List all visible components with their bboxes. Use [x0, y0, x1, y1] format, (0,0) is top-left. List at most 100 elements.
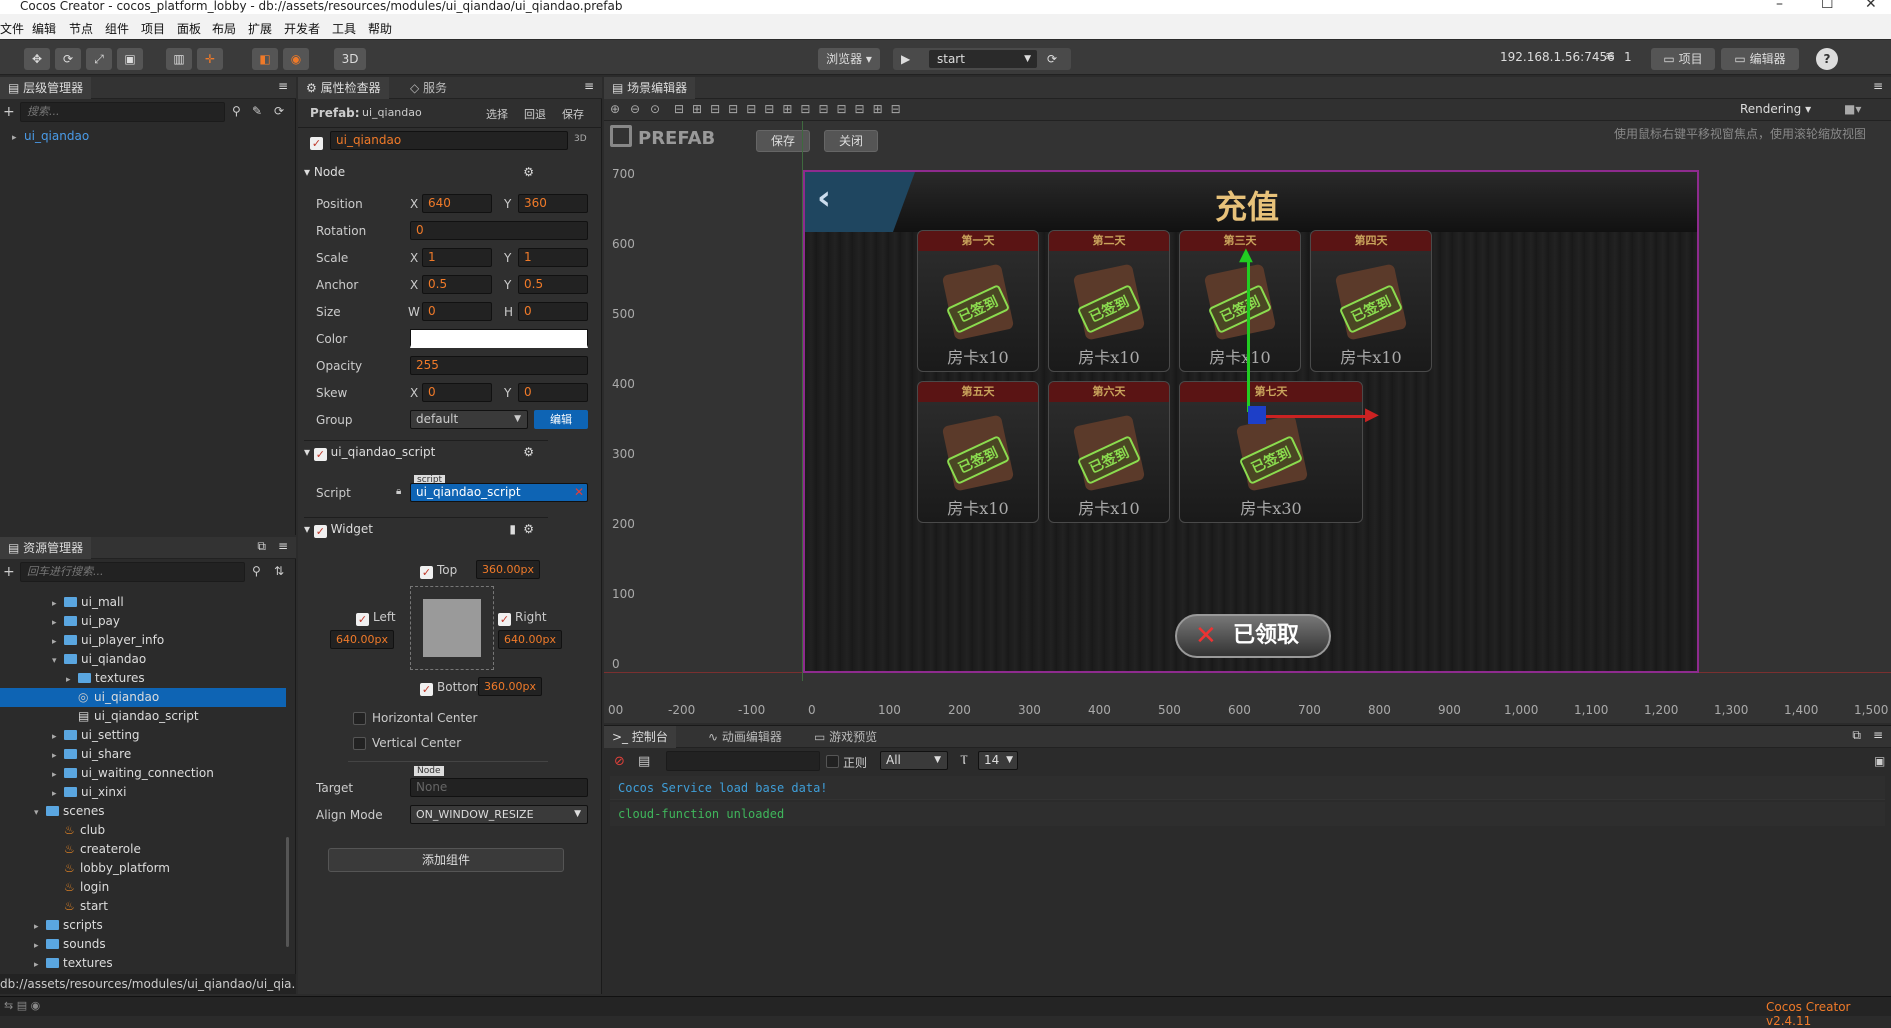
rect-tool-icon[interactable]: ▣	[117, 48, 143, 70]
menu-developer[interactable]: 开发者	[284, 20, 320, 37]
right-checkbox[interactable]: ✓	[498, 610, 511, 626]
anchor-y-input[interactable]: 0.5	[518, 275, 588, 294]
expand-arrow-icon[interactable]: ▸	[12, 129, 24, 148]
search-icon[interactable]: ⚲	[252, 564, 261, 578]
console-filter-input[interactable]	[666, 751, 820, 771]
zoom-in-icon[interactable]: ⊕	[610, 102, 620, 116]
asset-item[interactable]: ▸ scripts	[0, 916, 286, 935]
snap-icon[interactable]: ◧	[252, 48, 278, 70]
gizmo-x-arrow-icon[interactable]: ▶	[1365, 404, 1379, 425]
add-component-button[interactable]: 添加组件	[328, 848, 564, 872]
reward-card[interactable]: 第七天 已签到 房卡x30	[1179, 381, 1363, 523]
menu-node[interactable]: 节点	[69, 20, 93, 37]
menu-help[interactable]: 帮助	[368, 20, 392, 37]
size-h-input[interactable]: 0	[518, 302, 588, 321]
opacity-input[interactable]: 255	[410, 356, 588, 375]
asset-item[interactable]: ♨ createrole	[0, 840, 286, 859]
refresh-icon[interactable]: ⟳	[274, 104, 284, 118]
log-level-select[interactable]: All ▼	[880, 751, 948, 770]
group-edit-button[interactable]: 编辑	[534, 410, 588, 429]
back-arrow-icon[interactable]: ‹	[817, 178, 831, 218]
maximize-icon[interactable]: ☐	[1821, 0, 1834, 11]
vcenter-checkbox[interactable]	[353, 737, 366, 752]
font-size-select[interactable]: 14 ▼	[978, 751, 1018, 770]
group-select[interactable]: default ▼	[410, 410, 528, 429]
anchor-x-input[interactable]: 0.5	[422, 275, 492, 294]
asset-item[interactable]: ▸ textures	[0, 954, 286, 973]
gear-icon[interactable]: ⚙	[523, 161, 534, 183]
tab-animation[interactable]: ∿ 动画编辑器	[700, 726, 790, 748]
pivot-icon[interactable]: ▥	[166, 48, 192, 70]
tab-scene[interactable]: ▤ 场景编辑器	[604, 77, 696, 99]
align-tools-icon[interactable]: ⊟⊞⊟⊟⊟⊟⊞⊟⊟⊟⊟⊞⊟	[674, 102, 909, 116]
node-active-checkbox[interactable]: ✓	[310, 134, 323, 150]
book-icon[interactable]: ▮	[509, 518, 516, 540]
right-input[interactable]: 640.00px	[498, 630, 562, 649]
script-field[interactable]: ui_qiandao_script	[410, 483, 588, 502]
scale-x-input[interactable]: 1	[422, 248, 492, 267]
add-asset-icon[interactable]: +	[3, 564, 15, 580]
reward-card[interactable]: 第四天 已签到 房卡x10	[1310, 230, 1432, 372]
script-section-header[interactable]: ▾ ✓ ui_qiandao_script ⚙	[304, 440, 548, 462]
camera-icon[interactable]: ■▾	[1844, 102, 1861, 116]
log-file-icon[interactable]: ▤	[638, 754, 650, 769]
menu-icon[interactable]: ≡	[1873, 79, 1883, 93]
prefab-close-button[interactable]: 关闭	[824, 130, 878, 152]
position-y-input[interactable]: 360	[518, 194, 588, 213]
left-checkbox[interactable]: ✓	[356, 610, 369, 626]
asset-item[interactable]: ▸ ui_xinxi	[0, 783, 286, 802]
refresh-icon[interactable]: ⟳	[1047, 48, 1057, 70]
menu-icon[interactable]: ≡	[278, 539, 288, 553]
color-swatch[interactable]	[410, 329, 588, 348]
zoom-out-icon[interactable]: ⊖	[630, 102, 640, 116]
left-input[interactable]: 640.00px	[330, 630, 394, 649]
asset-item[interactable]: ▤ ui_qiandao_script	[0, 707, 286, 726]
menu-icon[interactable]: ≡	[584, 79, 594, 93]
hierarchy-search-input[interactable]: 搜索...	[20, 102, 225, 122]
asset-item[interactable]: ♨ club	[0, 821, 286, 840]
asset-item[interactable]: ▸ ui_setting	[0, 726, 286, 745]
size-w-input[interactable]: 0	[422, 302, 492, 321]
project-button[interactable]: ▭ 项目	[1651, 48, 1715, 70]
check-icon[interactable]: ✓	[313, 448, 327, 461]
node-section-header[interactable]: ▾ Node ⚙	[304, 161, 548, 183]
sort-icon[interactable]: ⇅	[274, 564, 284, 578]
menu-file[interactable]: 文件	[0, 20, 24, 37]
game-canvas[interactable]: ‹ 充值 第一天 已签到 房卡x10 第二天 已签到 房卡x10 第三天 已签到 房卡x10 第四…	[803, 170, 1699, 673]
remove-script-icon[interactable]: ✕	[574, 485, 584, 499]
prefab-revert-button[interactable]: 回退	[524, 106, 546, 122]
skew-x-input[interactable]: 0	[422, 383, 492, 402]
popout-icon[interactable]: ⧉	[1852, 728, 1861, 743]
scene-select[interactable]: start ▼	[929, 50, 1037, 68]
menu-icon[interactable]: ≡	[278, 79, 288, 93]
zoom-reset-icon[interactable]: ⊙	[650, 102, 660, 116]
position-x-input[interactable]: 640	[422, 194, 492, 213]
menu-edit[interactable]: 编辑	[32, 20, 56, 37]
menu-extension[interactable]: 扩展	[248, 20, 272, 37]
node-name-input[interactable]: ui_qiandao	[330, 131, 568, 150]
asset-item[interactable]: ▸ ui_pay	[0, 612, 286, 631]
reward-card[interactable]: 第一天 已签到 房卡x10	[917, 230, 1039, 372]
tab-console[interactable]: >_ 控制台	[604, 726, 676, 748]
help-icon[interactable]: ?	[1816, 48, 1838, 70]
bottom-checkbox[interactable]: ✓	[420, 680, 433, 696]
asset-item[interactable]: ▸ ui_share	[0, 745, 286, 764]
gizmo-center[interactable]	[1248, 406, 1266, 424]
asset-item[interactable]: ◎ ui_qiandao	[0, 688, 286, 707]
gizmo-x-axis[interactable]	[1249, 415, 1369, 418]
move-tool-icon[interactable]: ✥	[24, 48, 50, 70]
top-input[interactable]: 360.00px	[476, 560, 540, 579]
hcenter-checkbox[interactable]	[353, 712, 366, 727]
asset-item[interactable]: ♨ login	[0, 878, 286, 897]
tab-assets[interactable]: ▤ 资源管理器	[0, 537, 92, 559]
search-icon[interactable]: ⚲	[232, 104, 241, 118]
reward-card[interactable]: 第二天 已签到 房卡x10	[1048, 230, 1170, 372]
align-mode-select[interactable]: ON_WINDOW_RESIZE ▼	[410, 805, 588, 824]
gear-icon[interactable]: ⚙	[523, 518, 534, 540]
bottom-input[interactable]: 360.00px	[478, 677, 542, 696]
gizmo-y-axis[interactable]	[1247, 262, 1250, 412]
add-node-icon[interactable]: +	[3, 104, 15, 120]
gear-icon[interactable]: ⚙	[523, 441, 534, 463]
browser-dropdown[interactable]: 浏览器 ▾	[818, 48, 880, 70]
asset-item[interactable]: ♨ start	[0, 897, 286, 916]
